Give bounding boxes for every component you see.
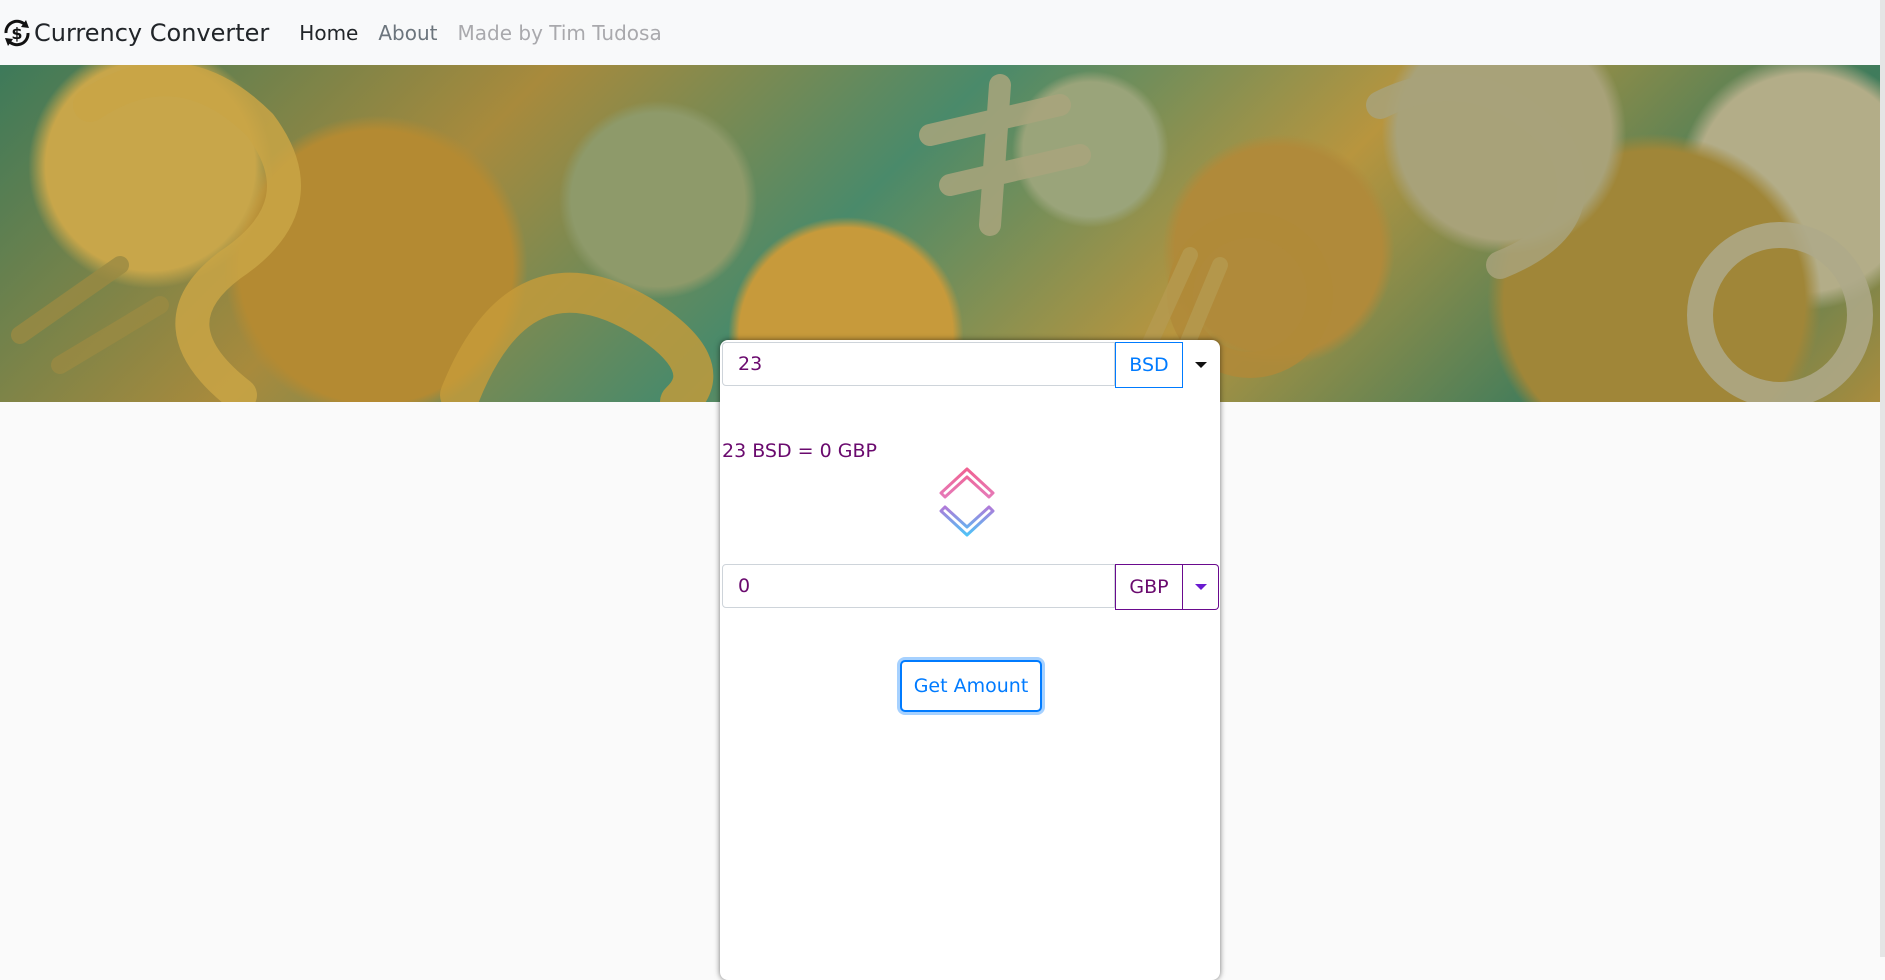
brand[interactable]: $ Currency Converter [0,16,299,50]
from-input-group: BSD [722,342,1219,388]
from-amount-input[interactable] [722,342,1115,386]
to-currency-dropdown[interactable] [1183,564,1219,610]
svg-text:$: $ [11,24,22,43]
caret-down-icon [1194,584,1207,590]
nav-about-link[interactable]: About [378,21,437,45]
from-currency-button[interactable]: BSD [1115,342,1183,388]
brand-title: Currency Converter [34,18,270,47]
navbar: $ Currency Converter Home About Made by … [0,0,1880,65]
to-input-group: GBP [722,564,1219,610]
page-scrollbar[interactable] [1880,0,1885,957]
caret-down-icon [1195,362,1207,368]
get-amount-button[interactable]: Get Amount [900,660,1042,712]
converter-card: BSD 23 BSD = 0 GBP GBP Get Amount [720,340,1220,980]
nav-home-link[interactable]: Home [299,21,358,45]
nav-credit-link[interactable]: Made by Tim Tudosa [458,21,662,45]
to-currency-button[interactable]: GBP [1115,564,1183,610]
conversion-result: 23 BSD = 0 GBP [722,440,877,462]
from-currency-dropdown[interactable] [1183,342,1219,388]
to-amount-input[interactable] [722,564,1115,608]
currency-exchange-icon: $ [4,19,30,46]
swap-arrows-icon[interactable] [937,465,997,545]
